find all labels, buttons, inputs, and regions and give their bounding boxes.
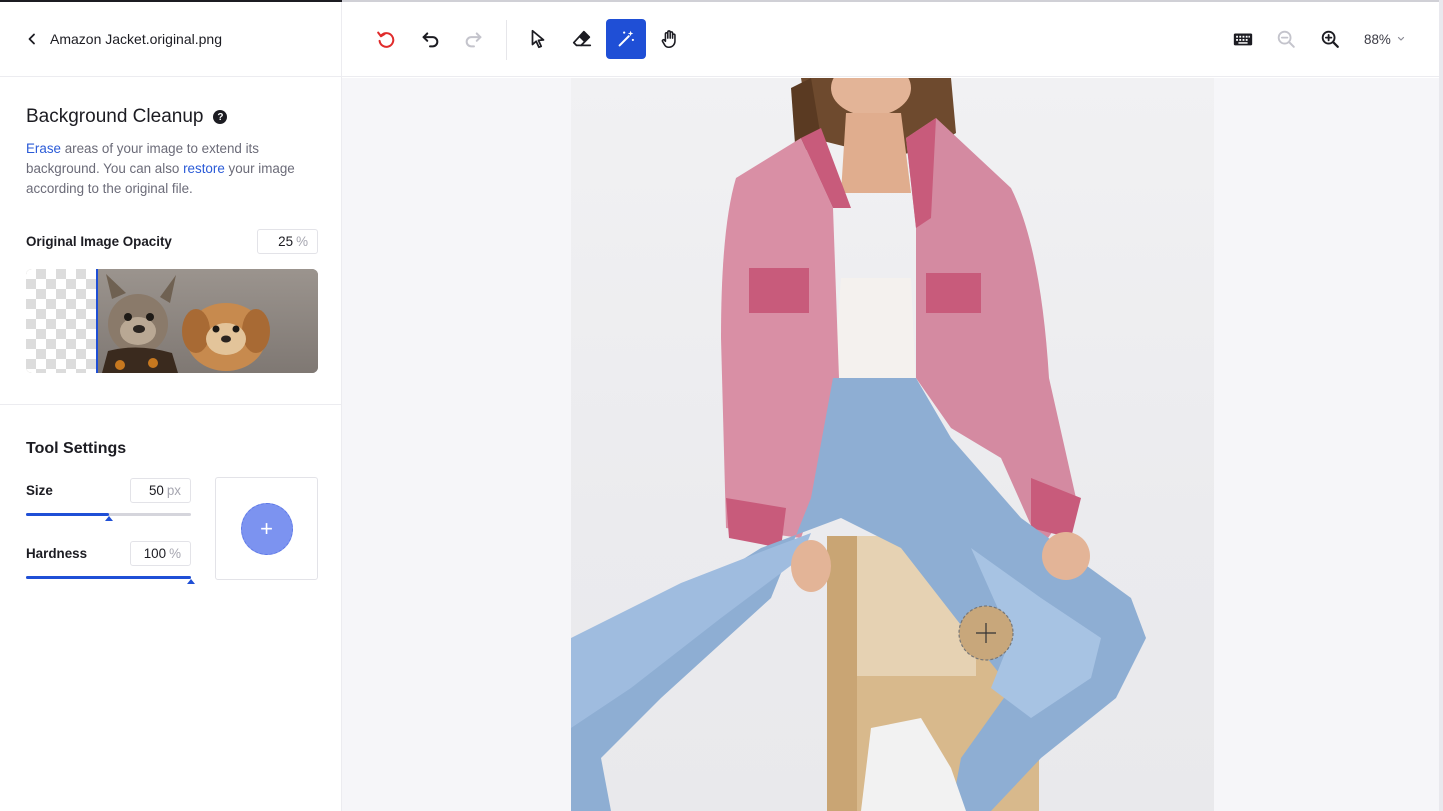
- eraser-icon: [572, 30, 592, 47]
- zoom-level-value: 88%: [1364, 31, 1391, 47]
- dogs-illustration: [102, 274, 270, 373]
- undo-icon: [422, 32, 439, 48]
- size-slider-fill: [26, 513, 109, 516]
- model-in-pink-jacket-illustration: [571, 78, 1146, 811]
- brush-preview: +: [215, 477, 318, 580]
- zoom-in-icon: [1321, 30, 1339, 48]
- chevron-left-icon: [28, 33, 35, 45]
- top-toolbar: 88%: [342, 0, 1443, 77]
- left-panel: Amazon Jacket.original.png Background Cl…: [0, 0, 342, 811]
- transparent-checkerboard: [26, 269, 98, 373]
- zoom-out-button[interactable]: [1266, 19, 1306, 59]
- opacity-preview-image[interactable]: [26, 269, 318, 373]
- magic-wand-tool-button[interactable]: [606, 19, 646, 59]
- opacity-label: Original Image Opacity: [26, 233, 172, 249]
- hardness-unit: %: [169, 545, 181, 561]
- size-unit: px: [166, 482, 181, 498]
- panel-header: Amazon Jacket.original.png: [0, 0, 342, 77]
- reset-button[interactable]: [366, 19, 406, 59]
- opacity-input[interactable]: 25%: [257, 228, 318, 254]
- hand-icon: [661, 30, 676, 49]
- zoom-out-icon: [1277, 30, 1295, 48]
- tool-settings-section: Tool Settings Size 50 px Hardness 100% +: [0, 405, 342, 811]
- canvas-scrollbar[interactable]: [1439, 0, 1443, 811]
- size-slider-thumb[interactable]: [104, 516, 113, 521]
- keyboard-icon: [1233, 33, 1253, 46]
- zoom-level-dropdown[interactable]: 88%: [1364, 19, 1405, 59]
- brush-crosshair-icon: +: [240, 502, 293, 555]
- size-row: Size 50 px: [26, 477, 191, 503]
- edited-photo[interactable]: [571, 78, 1214, 811]
- section-description: Erase areas of your image to extend its …: [26, 139, 316, 199]
- reset-icon: [377, 31, 395, 48]
- comparison-handle[interactable]: [93, 269, 101, 373]
- cursor-arrow-icon: [531, 29, 545, 49]
- file-name: Amazon Jacket.original.png: [50, 31, 222, 47]
- dogs-photo: [98, 269, 318, 373]
- size-value: 50: [148, 482, 164, 498]
- size-label: Size: [26, 482, 53, 498]
- tool-settings-title: Tool Settings: [26, 440, 127, 457]
- image-canvas[interactable]: [342, 78, 1443, 811]
- magic-wand-icon: [618, 30, 634, 47]
- background-cleanup-section: Background Cleanup ? Erase areas of your…: [0, 77, 342, 405]
- hardness-slider-fill: [26, 576, 191, 579]
- section-title: Background Cleanup: [26, 106, 204, 127]
- eraser-tool-button[interactable]: [562, 19, 602, 59]
- restore-link[interactable]: restore: [183, 161, 225, 176]
- redo-icon: [465, 32, 482, 48]
- hardness-value: 100: [143, 545, 167, 561]
- opacity-value: 25: [278, 233, 294, 249]
- hardness-label: Hardness: [26, 545, 88, 561]
- size-input[interactable]: 50 px: [130, 477, 191, 503]
- size-slider[interactable]: [26, 513, 191, 521]
- select-tool-button[interactable]: [518, 19, 558, 59]
- zoom-in-button[interactable]: [1310, 19, 1350, 59]
- undo-button[interactable]: [410, 19, 450, 59]
- keyboard-shortcuts-button[interactable]: [1223, 19, 1263, 59]
- erase-link[interactable]: Erase: [26, 141, 61, 156]
- back-button[interactable]: Amazon Jacket.original.png: [26, 31, 222, 47]
- redo-button[interactable]: [454, 19, 494, 59]
- help-icon[interactable]: ?: [213, 110, 228, 124]
- toolbar-separator: [506, 20, 507, 60]
- opacity-unit: %: [296, 233, 308, 249]
- hardness-row: Hardness 100%: [26, 540, 191, 566]
- opacity-row: Original Image Opacity 25%: [26, 228, 318, 254]
- chevron-down-icon: [1397, 36, 1404, 41]
- hardness-slider[interactable]: [26, 576, 195, 584]
- hardness-input[interactable]: 100%: [130, 540, 191, 566]
- pan-tool-button[interactable]: [650, 19, 690, 59]
- hardness-slider-thumb[interactable]: [187, 579, 195, 584]
